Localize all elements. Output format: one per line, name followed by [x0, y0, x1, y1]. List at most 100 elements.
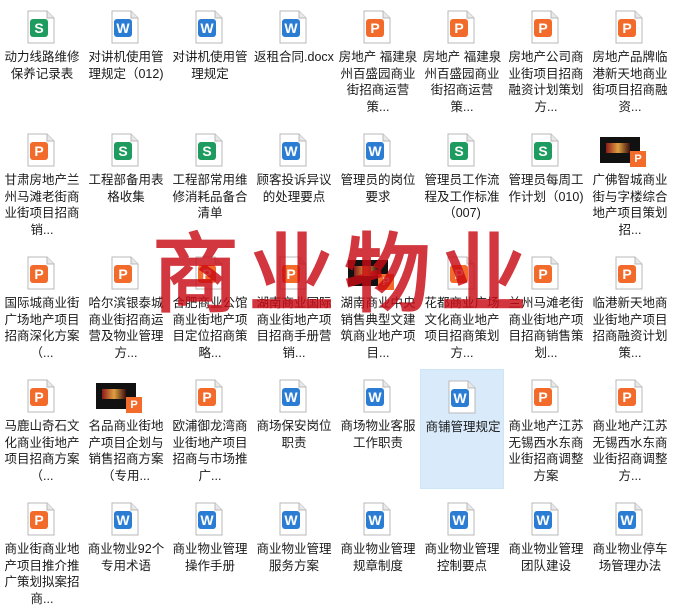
file-item[interactable]: P 房地产 福建泉州百盛园商业街招商运营策...: [420, 0, 504, 120]
svg-text:P: P: [34, 266, 43, 282]
file-item[interactable]: W 商业物业管理控制要点: [420, 492, 504, 612]
word-doc-icon: W: [195, 502, 223, 536]
pdf-doc-icon: P: [279, 256, 307, 290]
file-item[interactable]: P 马鹿山奇石文化商业街地产项目招商方案（...: [0, 369, 84, 489]
file-item[interactable]: W 对讲机使用管理规定（012): [84, 0, 168, 120]
file-item[interactable]: P 国际城商业街广场地产项目招商深化方案（...: [0, 246, 84, 366]
svg-text:W: W: [368, 512, 382, 528]
file-item[interactable]: P 商业街商业地产项目推介推广策划拟案招商...: [0, 492, 84, 612]
file-item[interactable]: W 商铺管理规定: [420, 369, 504, 489]
file-item[interactable]: P 临港新天地商业街地产项目招商融资计划策...: [588, 246, 672, 366]
svg-text:S: S: [454, 143, 463, 159]
file-name: 商业物业管理服务方案: [256, 542, 332, 573]
file-item[interactable]: W 顾客投诉异议的处理要点: [252, 123, 336, 243]
pdf-doc-icon: P: [195, 256, 223, 290]
file-item[interactable]: P 哈尔滨银泰城商业街招商运营及物业管理方...: [84, 246, 168, 366]
file-name: 房地产 福建泉州百盛园商业街招商运营策...: [422, 50, 502, 114]
file-name: 商业物业管理团队建设: [508, 542, 584, 573]
file-name: 哈尔滨银泰城商业街招商运营及物业管理方...: [88, 296, 164, 360]
svg-text:W: W: [536, 512, 550, 528]
file-item[interactable]: P 房地产公司商业街项目招商融资计划策划方...: [504, 0, 588, 120]
file-item[interactable]: P 广佛智城商业街与字楼综合地产项目策划招...: [588, 123, 672, 243]
svg-text:W: W: [284, 512, 298, 528]
file-name: 合肥商业公馆商业街地产项目定位招商策略...: [172, 296, 248, 360]
pdf-doc-icon: P: [195, 379, 223, 413]
file-name: 工程部常用维修消耗品备合清单: [172, 173, 248, 220]
file-item[interactable]: W 商业物业停车场管理办法: [588, 492, 672, 612]
svg-text:P: P: [622, 266, 631, 282]
file-name: 名品商业街地产项目企划与销售招商方案（专用...: [88, 419, 164, 483]
word-doc-icon: W: [195, 10, 223, 44]
file-name: 房地产 福建泉州百盛园商业街招商运营策...: [338, 50, 418, 114]
pdf-doc-icon: P: [615, 379, 643, 413]
svg-text:W: W: [620, 512, 634, 528]
word-doc-icon: W: [279, 379, 307, 413]
file-item[interactable]: P 合肥商业公馆商业街地产项目定位招商策略...: [168, 246, 252, 366]
file-name: 顾客投诉异议的处理要点: [256, 173, 332, 204]
svg-text:P: P: [538, 266, 547, 282]
file-item[interactable]: P 兰州马滩老街商业街地产项目招商销售策划...: [504, 246, 588, 366]
file-item[interactable]: W 管理员的岗位要求: [336, 123, 420, 243]
svg-text:S: S: [202, 143, 211, 159]
pdf-doc-icon: P: [27, 502, 55, 536]
file-item[interactable]: W 商业物业92个专用术语: [84, 492, 168, 612]
file-item[interactable]: W 返租合同.docx: [252, 0, 336, 120]
file-item[interactable]: P 名品商业街地产项目企划与销售招商方案（专用...: [84, 369, 168, 489]
file-item[interactable]: P 欧浦御龙湾商业街地产项目招商与市场推广...: [168, 369, 252, 489]
svg-text:S: S: [538, 143, 547, 159]
word-doc-icon: W: [363, 502, 391, 536]
word-doc-icon: W: [448, 380, 476, 414]
file-item[interactable]: P 花都商业广场文化商业地产项目招商策划方...: [420, 246, 504, 366]
file-name: 工程部备用表格收集: [88, 173, 164, 204]
svg-text:P: P: [538, 389, 547, 405]
file-item[interactable]: P 湖南商业中央销售典型文建筑商业地产项目...: [336, 246, 420, 366]
pdf-doc-icon: P: [363, 10, 391, 44]
file-item[interactable]: S 动力线路维修保养记录表: [0, 0, 84, 120]
file-name: 管理员的岗位要求: [340, 173, 416, 204]
file-name: 动力线路维修保养记录表: [4, 50, 80, 81]
pdf-doc-icon: P: [531, 256, 559, 290]
svg-text:W: W: [284, 20, 298, 36]
file-item[interactable]: P 房地产 福建泉州百盛园商业街招商运营策...: [336, 0, 420, 120]
svg-text:P: P: [34, 512, 43, 528]
file-item[interactable]: P 湖南商业国际商业街地产项目招商手册营销...: [252, 246, 336, 366]
file-item[interactable]: W 商场物业客服工作职责: [336, 369, 420, 489]
file-name: 管理员每周工作计划（010): [508, 173, 584, 204]
svg-text:S: S: [34, 20, 43, 36]
file-name: 广佛智城商业街与字楼综合地产项目策划招...: [592, 173, 668, 237]
svg-text:W: W: [200, 512, 214, 528]
word-doc-icon: W: [363, 133, 391, 167]
file-item[interactable]: S 管理员每周工作计划（010): [504, 123, 588, 243]
file-item[interactable]: W 商业物业管理规章制度: [336, 492, 420, 612]
file-item[interactable]: P 商业地产江苏无锡西水东商业街招商调整方案: [504, 369, 588, 489]
file-item[interactable]: W 商业物业管理团队建设: [504, 492, 588, 612]
file-item[interactable]: W 商业物业管理服务方案: [252, 492, 336, 612]
word-doc-icon: W: [279, 502, 307, 536]
file-name: 商业物业停车场管理办法: [592, 542, 668, 573]
file-item[interactable]: P 房地产品牌临港新天地商业街项目招商融资...: [588, 0, 672, 120]
file-item[interactable]: S 工程部备用表格收集: [84, 123, 168, 243]
svg-text:W: W: [368, 143, 382, 159]
pdf-doc-icon: P: [531, 379, 559, 413]
file-item[interactable]: S 管理员工作流程及工作标准（007): [420, 123, 504, 243]
file-item[interactable]: P 商业地产江苏无锡西水东商业街招商调整方...: [588, 369, 672, 489]
svg-text:S: S: [118, 143, 127, 159]
svg-text:P: P: [202, 389, 211, 405]
file-name: 湖南商业中央销售典型文建筑商业地产项目...: [340, 296, 416, 360]
svg-text:P: P: [118, 266, 127, 282]
file-name: 欧浦御龙湾商业街地产项目招商与市场推广...: [172, 419, 248, 483]
word-doc-icon: W: [111, 10, 139, 44]
file-item[interactable]: W 对讲机使用管理规定: [168, 0, 252, 120]
file-item[interactable]: P 甘肃房地产兰州马滩老街商业街项目招商销...: [0, 123, 84, 243]
svg-text:P: P: [286, 266, 295, 282]
svg-text:P: P: [370, 20, 379, 36]
pdf-doc-icon: P: [27, 379, 55, 413]
pdf-doc-icon: P: [447, 256, 475, 290]
word-doc-icon: W: [279, 10, 307, 44]
svg-text:P: P: [538, 20, 547, 36]
file-name: 商场物业客服工作职责: [340, 419, 416, 450]
file-item[interactable]: W 商场保安岗位职责: [252, 369, 336, 489]
file-item[interactable]: W 商业物业管理操作手册: [168, 492, 252, 612]
file-name: 临港新天地商业街地产项目招商融资计划策...: [592, 296, 668, 360]
file-item[interactable]: S 工程部常用维修消耗品备合清单: [168, 123, 252, 243]
